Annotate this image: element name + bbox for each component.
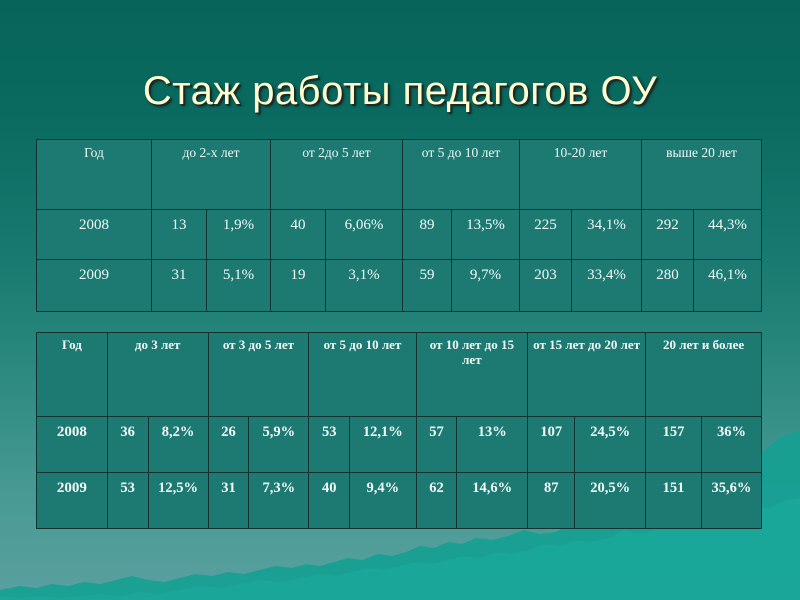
column-header-5-to-10-years: от 5 до 10 лет	[308, 332, 417, 417]
cell-percent: 6,06%	[325, 209, 403, 260]
cell-percent: 36%	[700, 416, 763, 473]
column-header-3-to-5-years: от 3 до 5 лет	[207, 332, 310, 417]
cell-percent: 5,9%	[248, 416, 310, 473]
cell-percent: 9,7%	[451, 259, 520, 312]
cell-count: 13	[151, 209, 207, 260]
column-header-under-2-years: до 2-х лет	[151, 139, 271, 210]
cell-percent: 3,1%	[325, 259, 403, 312]
teacher-experience-table-2: Год до 3 лет от 3 до 5 лет от 5 до 10 ле…	[36, 332, 763, 529]
table-header-row: Год до 2-х лет от 2до 5 лет от 5 до 10 л…	[36, 139, 762, 210]
cell-percent: 13%	[456, 416, 529, 473]
column-header-over-20-years: выше 20 лет	[641, 139, 762, 210]
table-header-row: Год до 3 лет от 3 до 5 лет от 5 до 10 ле…	[36, 332, 762, 417]
cell-count: 89	[402, 209, 452, 260]
cell-count: 59	[402, 259, 452, 312]
cell-percent: 20,5%	[574, 472, 647, 529]
column-header-5-to-10-years: от 5 до 10 лет	[402, 139, 520, 210]
cell-count: 62	[415, 472, 458, 529]
cell-count: 40	[270, 209, 326, 260]
cell-percent: 34,1%	[571, 209, 642, 260]
cell-percent: 13,5%	[451, 209, 520, 260]
table-row: 2008 13 1,9% 40 6,06% 89 13,5% 225 34,1%…	[36, 209, 762, 260]
cell-count: 225	[519, 209, 572, 260]
column-header-under-3-years: до 3 лет	[106, 332, 209, 417]
teacher-experience-table-1: Год до 2-х лет от 2до 5 лет от 5 до 10 л…	[36, 139, 762, 312]
table-row: 2009 53 12,5% 31 7,3% 40 9,4% 62 14,6% 8…	[36, 472, 763, 529]
cell-year: 2008	[36, 209, 152, 260]
cell-year: 2009	[36, 259, 152, 312]
cell-count: 31	[151, 259, 207, 312]
cell-count: 87	[527, 472, 576, 529]
cell-year: 2008	[36, 416, 108, 473]
cell-percent: 12,1%	[349, 416, 417, 473]
column-header-year: Год	[36, 139, 152, 210]
cell-count: 53	[308, 416, 351, 473]
cell-count: 31	[207, 472, 250, 529]
table-row: 2009 31 5,1% 19 3,1% 59 9,7% 203 33,4% 2…	[36, 259, 762, 312]
cell-percent: 35,6%	[700, 472, 763, 529]
column-header-10-to-20-years: 10-20 лет	[519, 139, 642, 210]
cell-count: 57	[415, 416, 458, 473]
cell-percent: 14,6%	[456, 472, 529, 529]
column-header-15-to-20-years: от 15 лет до 20 лет	[527, 332, 647, 417]
table-row: 2008 36 8,2% 26 5,9% 53 12,1% 57 13% 107…	[36, 416, 763, 473]
column-header-year: Год	[36, 332, 108, 417]
cell-percent: 1,9%	[206, 209, 271, 260]
cell-count: 53	[106, 472, 149, 529]
cell-percent: 46,1%	[693, 259, 762, 312]
cell-count: 292	[641, 209, 694, 260]
cell-count: 151	[645, 472, 702, 529]
cell-count: 107	[527, 416, 576, 473]
cell-percent: 8,2%	[147, 416, 209, 473]
cell-percent: 33,4%	[571, 259, 642, 312]
cell-percent: 24,5%	[574, 416, 647, 473]
cell-count: 40	[308, 472, 351, 529]
cell-percent: 44,3%	[693, 209, 762, 260]
column-header-10-to-15-years: от 10 лет до 15 лет	[415, 332, 529, 417]
cell-count: 280	[641, 259, 694, 312]
column-header-20-years-and-more: 20 лет и более	[645, 332, 762, 417]
cell-count: 19	[270, 259, 326, 312]
cell-percent: 5,1%	[206, 259, 271, 312]
cell-count: 203	[519, 259, 572, 312]
cell-count: 36	[106, 416, 149, 473]
cell-percent: 9,4%	[349, 472, 417, 529]
cell-count: 26	[207, 416, 250, 473]
title-container: Стаж работы педагогов ОУ	[0, 42, 800, 141]
cell-year: 2009	[36, 472, 108, 529]
page-title: Стаж работы педагогов ОУ	[142, 68, 658, 113]
column-header-2-to-5-years: от 2до 5 лет	[270, 139, 403, 210]
cell-percent: 12,5%	[147, 472, 209, 529]
cell-percent: 7,3%	[248, 472, 310, 529]
cell-count: 157	[645, 416, 702, 473]
